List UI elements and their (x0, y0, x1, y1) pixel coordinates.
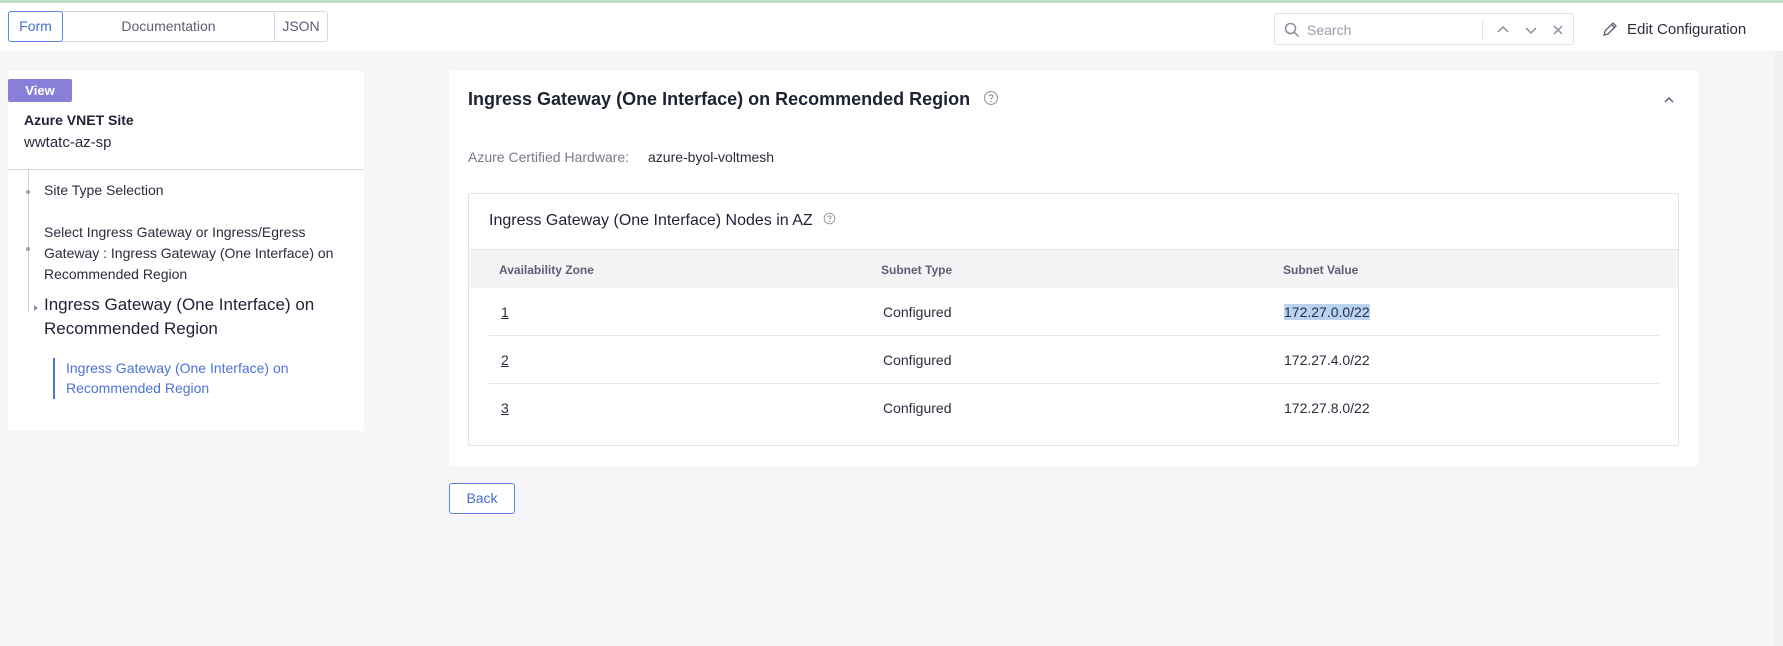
back-button[interactable]: Back (449, 483, 515, 514)
collapse-chevron-icon[interactable] (1662, 93, 1676, 112)
table-row: 1 Configured 172.27.0.0/22 (489, 288, 1659, 336)
subnet-value: 172.27.4.0/22 (1284, 352, 1370, 368)
help-icon[interactable] (823, 212, 836, 230)
tab-documentation[interactable]: Documentation (63, 12, 275, 41)
search-icon (1284, 22, 1300, 43)
site-name: wwtatc-az-sp (24, 134, 112, 151)
section-title: Ingress Gateway (One Interface) on Recom… (468, 89, 999, 111)
tab-form[interactable]: Form (8, 11, 63, 42)
table-header: Availability Zone Subnet Type Subnet Val… (469, 249, 1678, 288)
nodes-title: Ingress Gateway (One Interface) Nodes in… (489, 212, 836, 230)
top-toolbar: Form Documentation JSON Edit Configurati… (0, 3, 1783, 51)
sidebar-subitem-ingress-gateway[interactable]: Ingress Gateway (One Interface) on Recom… (66, 358, 346, 398)
tab-json[interactable]: JSON (275, 12, 327, 41)
subnet-type: Configured (883, 304, 952, 320)
sidebar: View Azure VNET Site wwtatc-az-sp Site T… (8, 71, 364, 431)
hardware-label: Azure Certified Hardware: (468, 149, 630, 165)
search-box (1274, 13, 1574, 45)
active-indicator (53, 358, 55, 399)
table-row: 2 Configured 172.27.4.0/22 (489, 336, 1659, 384)
view-badge: View (8, 79, 72, 102)
tree-dot (26, 190, 30, 194)
tree-arrow-icon (34, 305, 38, 311)
search-separator (1482, 20, 1483, 40)
subnet-value: 172.27.0.0/22 (1284, 304, 1370, 320)
chevron-down-icon[interactable] (1523, 22, 1539, 38)
column-header-subnet-type: Subnet Type (881, 263, 953, 277)
edit-configuration-label: Edit Configuration (1627, 20, 1747, 38)
zone-link[interactable]: 3 (501, 400, 509, 416)
close-icon[interactable] (1550, 22, 1566, 38)
subnet-value: 172.27.8.0/22 (1284, 400, 1370, 416)
column-header-zone: Availability Zone (499, 263, 594, 277)
zone-link[interactable]: 1 (501, 304, 509, 320)
table-row: 3 Configured 172.27.8.0/22 (489, 384, 1659, 432)
sidebar-item-ingress-gateway[interactable]: Ingress Gateway (One Interface) on Recom… (44, 293, 356, 341)
subnet-type: Configured (883, 352, 952, 368)
section-title-text: Ingress Gateway (One Interface) on Recom… (468, 89, 971, 109)
sidebar-divider (8, 169, 364, 170)
nodes-panel: Ingress Gateway (One Interface) Nodes in… (468, 193, 1679, 446)
hardware-value: azure-byol-voltmesh (648, 149, 775, 165)
sidebar-item-gateway-selection[interactable]: Select Ingress Gateway or Ingress/Egress… (44, 222, 356, 285)
tree-dot (26, 247, 30, 251)
column-header-subnet-value: Subnet Value (1283, 263, 1359, 277)
edit-configuration-button[interactable]: Edit Configuration (1602, 18, 1746, 40)
page-scrollbar[interactable] (1775, 51, 1783, 646)
zone-link[interactable]: 2 (501, 352, 509, 368)
pencil-icon (1603, 22, 1617, 36)
subnet-type: Configured (883, 400, 952, 416)
nodes-title-text: Ingress Gateway (One Interface) Nodes in… (489, 212, 813, 230)
site-type-title: Azure VNET Site (24, 112, 134, 128)
view-tabs: Form Documentation JSON (8, 11, 328, 42)
help-icon[interactable] (983, 90, 999, 111)
main-panel: Ingress Gateway (One Interface) on Recom… (449, 71, 1698, 466)
chevron-up-icon[interactable] (1495, 22, 1511, 38)
search-input[interactable] (1307, 20, 1457, 40)
sidebar-item-site-type[interactable]: Site Type Selection (44, 180, 356, 201)
